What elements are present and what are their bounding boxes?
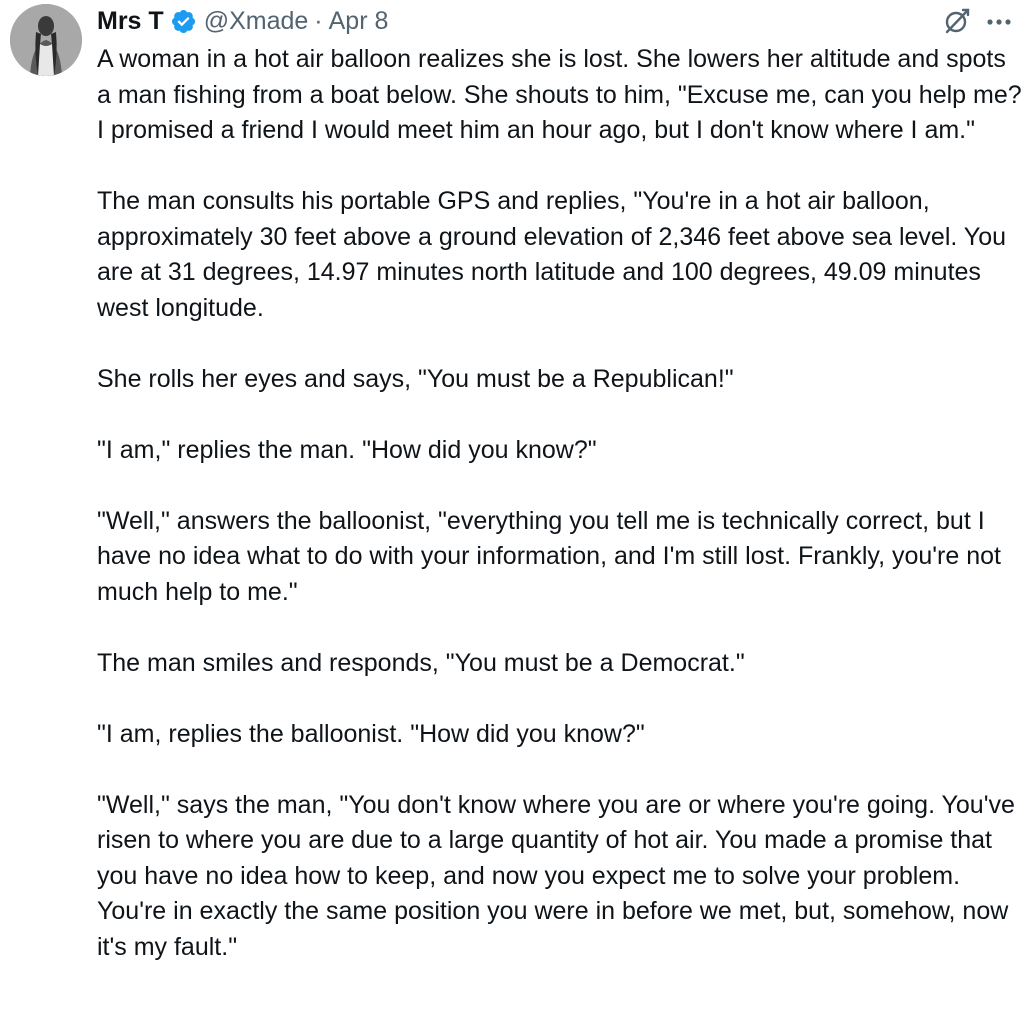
tweet-paragraph: "Well," says the man, "You don't know wh… <box>97 790 1015 961</box>
more-horizontal-icon[interactable] <box>985 12 1013 32</box>
tweet-paragraph: The man smiles and responds, "You must b… <box>97 648 745 677</box>
author-handle[interactable]: @Xmade <box>204 7 309 36</box>
author-display-name[interactable]: Mrs T <box>97 7 164 36</box>
tweet-header: Mrs T @Xmade · Apr 8 <box>97 4 1024 38</box>
tweet-date[interactable]: Apr 8 <box>329 7 389 36</box>
tweet-paragraph: She rolls her eyes and says, "You must b… <box>97 364 734 393</box>
verified-badge-icon[interactable] <box>170 8 197 35</box>
tweet-text: A woman in a hot air balloon realizes sh… <box>97 42 1022 965</box>
tweet-paragraph: A woman in a hot air balloon realizes sh… <box>97 45 1022 144</box>
tweet: Mrs T @Xmade · Apr 8 A woman in a hot ai… <box>0 0 1024 1015</box>
tweet-paragraph: "Well," answers the balloonist, "everyth… <box>97 506 1001 606</box>
header-separator: · <box>314 6 323 35</box>
avatar[interactable] <box>10 4 82 76</box>
tweet-paragraph: The man consults his portable GPS and re… <box>97 187 1006 322</box>
avatar-image <box>10 4 82 76</box>
tweet-paragraph: "I am, replies the balloonist. "How did … <box>97 719 645 748</box>
grok-icon[interactable] <box>942 6 972 36</box>
tweet-paragraph: "I am," replies the man. "How did you kn… <box>97 435 597 464</box>
